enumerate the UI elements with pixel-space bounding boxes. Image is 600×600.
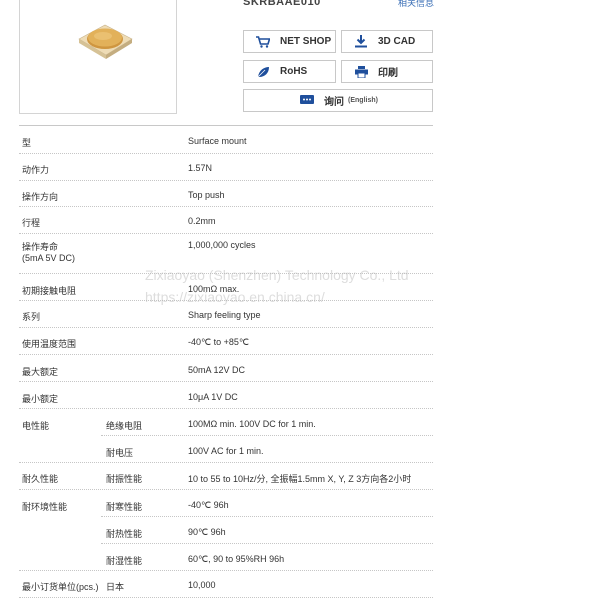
spec-sublabel: 耐热性能 (106, 529, 143, 539)
printer-icon (352, 65, 370, 79)
spec-sublabel: 耐寒性能 (106, 502, 143, 512)
inquiry-label: 询问 (324, 97, 345, 108)
product-image (19, 0, 177, 114)
spec-value: 1.57N (188, 163, 213, 173)
spec-value: 0.2mm (188, 216, 216, 226)
spec-label: 使用温度范围 (22, 339, 77, 349)
spec-value: 100MΩ min. 100V DC for 1 min. (188, 419, 316, 429)
spec-value: 100V AC for 1 min. (188, 446, 264, 456)
spec-value: 100mΩ max. (188, 284, 240, 294)
leaf-icon (254, 65, 272, 79)
3d-cad-button[interactable]: 3D CAD (341, 30, 433, 53)
spec-row: 耐久性能 耐振性能 10 to 55 to 10Hz/分, 全振幅1.5mm X… (19, 463, 433, 490)
cart-icon (254, 35, 272, 49)
net-shop-button[interactable]: NET SHOP (243, 30, 336, 53)
spec-label: 最小额定 (22, 394, 59, 404)
spec-value: -40℃ to +85℃ (188, 337, 249, 347)
rohs-label: RoHS (280, 66, 308, 77)
spec-value: 50mA 12V DC (188, 365, 246, 375)
spec-row: 型 Surface mount (19, 126, 433, 154)
spec-label: 操作方向 (22, 192, 59, 202)
spec-row: 耐电压 100V AC for 1 min. (19, 436, 433, 463)
spec-label: 操作寿命 (22, 242, 59, 252)
spec-label: 动作力 (22, 165, 50, 175)
spec-sublabel: 耐湿性能 (106, 556, 143, 566)
spec-sublabel: 日本 (106, 582, 125, 592)
spec-value: 10 to 55 to 10Hz/分, 全振幅1.5mm X, Y, Z 3方向… (188, 474, 412, 484)
spec-row: 电性能 绝缘电阻 100MΩ min. 100V DC for 1 min. (19, 409, 433, 436)
inquiry-button[interactable]: 询问 (English) (243, 89, 433, 112)
rohs-button[interactable]: RoHS (243, 60, 336, 83)
spec-label-condition: (5mA 5V DC) (22, 253, 76, 263)
spec-value: 10μA 1V DC (188, 392, 238, 402)
inquiry-language: (English) (348, 97, 378, 104)
product-code: SKRBAAE010 (243, 0, 321, 8)
spec-row: 使用温度范围 -40℃ to +85℃ (19, 328, 433, 355)
spec-row: 最小额定 10μA 1V DC (19, 382, 433, 409)
spec-row: 系列 Sharp feeling type (19, 301, 433, 328)
print-button[interactable]: 印刷 (341, 60, 433, 83)
spec-value: 10,000 (188, 580, 216, 590)
spec-row: 最大额定 50mA 12V DC (19, 355, 433, 382)
spec-label: 最大额定 (22, 367, 59, 377)
spec-value: 60℃, 90 to 95%RH 96h (188, 554, 285, 564)
download-icon (352, 35, 370, 49)
spec-label: 型 (22, 138, 32, 148)
spec-row: 行程 0.2mm (19, 207, 433, 234)
spec-label: 电性能 (22, 421, 50, 431)
3d-cad-label: 3D CAD (378, 36, 416, 47)
spec-value: Sharp feeling type (188, 310, 261, 320)
spec-label: 行程 (22, 218, 41, 228)
spec-row: 耐热性能 90℃ 96h (19, 517, 433, 544)
spec-label: 耐久性能 (22, 474, 59, 484)
spec-value: -40℃ 96h (188, 500, 229, 510)
spec-value: 90℃ 96h (188, 527, 226, 537)
spec-sublabel: 绝缘电阻 (106, 421, 143, 431)
spec-row: 操作方向 Top push (19, 181, 433, 207)
chat-icon (298, 94, 316, 108)
print-label: 印刷 (378, 68, 398, 79)
tact-switch-image (78, 24, 133, 59)
spec-label: 耐环境性能 (22, 502, 68, 512)
related-info-link[interactable]: 相关信息 (398, 0, 434, 9)
spec-row: 耐环境性能 耐寒性能 -40℃ 96h (19, 490, 433, 517)
spec-row: 动作力 1.57N (19, 154, 433, 181)
spec-row: 最小订货单位(pcs.) 日本 10,000 (19, 571, 433, 598)
spec-table: 型 Surface mount 动作力 1.57N 操作方向 Top push … (19, 125, 433, 598)
spec-row: 操作寿命 (5mA 5V DC) 1,000,000 cycles (19, 234, 433, 274)
spec-label: 初期接触电阻 (22, 286, 77, 296)
spec-row: 耐湿性能 60℃, 90 to 95%RH 96h (19, 544, 433, 571)
spec-value: Surface mount (188, 136, 247, 146)
spec-label: 系列 (22, 312, 41, 322)
spec-sublabel: 耐电压 (106, 448, 134, 458)
spec-value: Top push (188, 190, 225, 200)
spec-value: 1,000,000 cycles (188, 240, 256, 250)
spec-label: 最小订货单位(pcs.) (22, 582, 99, 592)
spec-sublabel: 耐振性能 (106, 474, 143, 484)
net-shop-label: NET SHOP (280, 36, 332, 47)
spec-row: 初期接触电阻 100mΩ max. (19, 274, 433, 301)
